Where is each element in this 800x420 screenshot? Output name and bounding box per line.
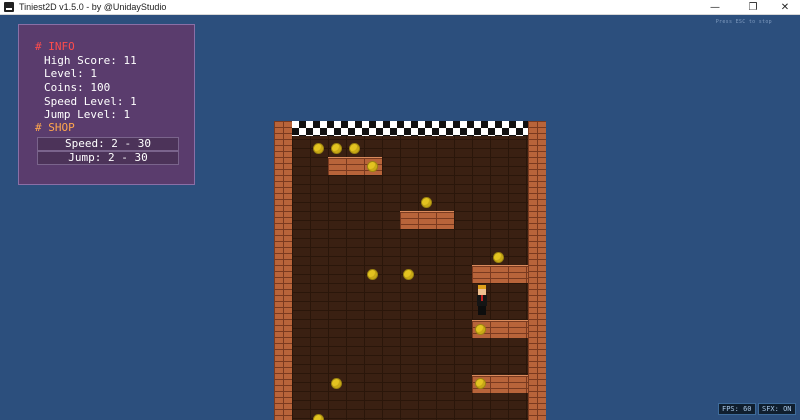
shop-header: # SHOP <box>35 121 75 134</box>
coin-icon <box>313 143 324 154</box>
fps-badge: FPS: 60 <box>718 403 756 415</box>
info-header: # INFO <box>35 40 75 53</box>
info-panel: # INFO High Score: 11 Level: 1 Coins: 10… <box>18 24 195 185</box>
brick-platform <box>472 265 528 283</box>
player-character <box>475 285 489 315</box>
window-title-bar: Tiniest2D v1.5.0 - by @UnidayStudio — ❐ … <box>0 0 800 15</box>
shop-jump-button[interactable]: Jump: 2 - 30 <box>37 151 179 165</box>
coin-icon <box>313 414 324 420</box>
level-label: Level: 1 <box>44 67 97 80</box>
restore-button[interactable]: ❐ <box>738 0 768 15</box>
coin-icon <box>493 252 504 263</box>
right-brick-wall <box>528 121 546 420</box>
close-button[interactable]: ✕ <box>770 0 800 15</box>
coin-icon <box>349 143 360 154</box>
speed-level-label: Speed Level: 1 <box>44 95 137 108</box>
coin-icon <box>331 143 342 154</box>
coin-icon <box>475 324 486 335</box>
window-title: Tiniest2D v1.5.0 - by @UnidayStudio <box>19 2 167 12</box>
minimize-button[interactable]: — <box>700 0 730 15</box>
brick-platform <box>400 211 454 229</box>
coin-icon <box>421 197 432 208</box>
jump-level-label: Jump Level: 1 <box>44 108 131 121</box>
coin-icon <box>331 378 342 389</box>
coin-icon <box>403 269 414 280</box>
coin-icon <box>367 161 378 172</box>
shop-speed-button[interactable]: Speed: 2 - 30 <box>37 137 179 151</box>
game-viewport[interactable]: Press ESC to stop # INFO High Score: 11 … <box>0 16 800 420</box>
tower-playfield <box>274 121 546 420</box>
high-score-label: High Score: 11 <box>44 54 137 67</box>
finish-line <box>292 121 528 136</box>
sfx-toggle[interactable]: SFX: ON <box>758 403 796 415</box>
app-icon <box>4 2 14 12</box>
left-brick-wall <box>274 121 292 420</box>
coin-icon <box>367 269 378 280</box>
esc-hint: Press ESC to stop <box>715 19 772 25</box>
coin-icon <box>475 378 486 389</box>
coins-label: Coins: 100 <box>44 81 111 94</box>
